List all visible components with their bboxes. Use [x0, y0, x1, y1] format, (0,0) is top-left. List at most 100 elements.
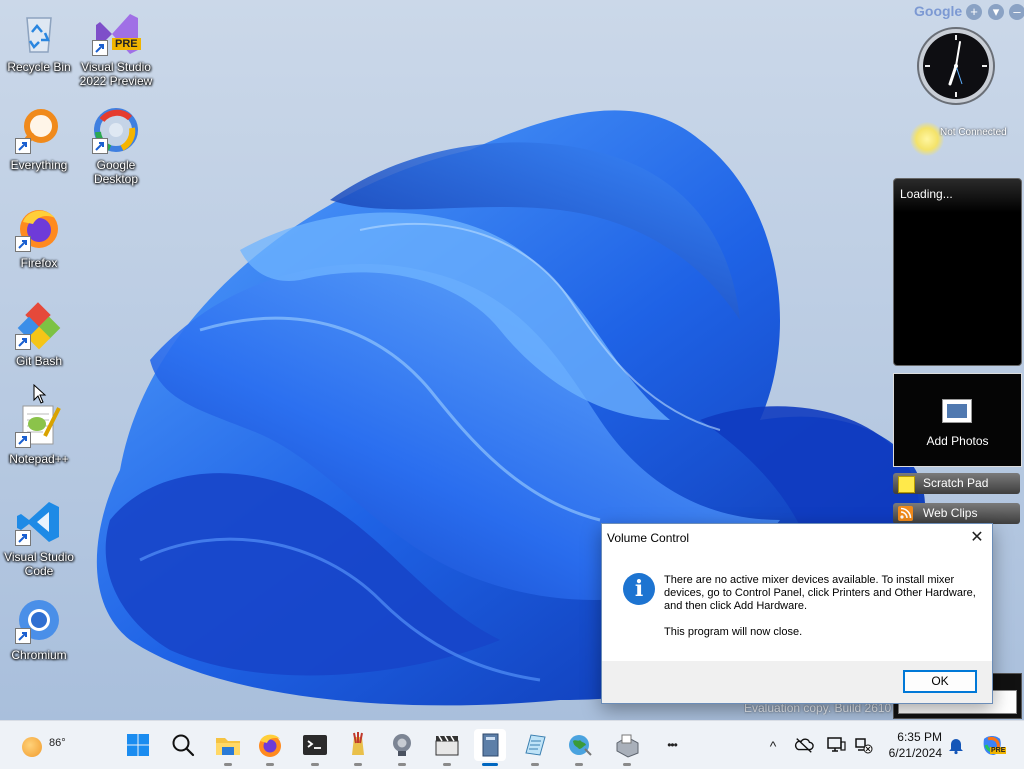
- ok-button[interactable]: OK: [903, 670, 977, 693]
- running-indicator: [398, 763, 406, 766]
- pre-badge: PRE: [112, 38, 141, 50]
- web-clips-label: Web Clips: [923, 506, 978, 520]
- desktop-icon-label: Visual Studio Code: [4, 550, 74, 578]
- taskbar-date: 6/21/2024: [888, 746, 942, 760]
- shortcut-arrow-icon: [15, 432, 31, 448]
- add-photos-label: Add Photos: [926, 434, 989, 448]
- folder-icon: [216, 738, 240, 755]
- copilot-button[interactable]: PRE: [980, 733, 1007, 757]
- onedrive-offline-icon[interactable]: [794, 735, 814, 755]
- taskbar-notebook[interactable]: [474, 729, 506, 766]
- copilot-pre-badge: PRE: [990, 747, 1007, 754]
- taskbar-clock[interactable]: 6:35 PM 6/21/2024: [880, 729, 942, 761]
- add-gadget-button[interactable]: +: [966, 4, 982, 20]
- desktop-icon-label: Visual Studio 2022 Preview: [79, 60, 153, 88]
- dialog-titlebar[interactable]: Volume Control ✕: [602, 524, 992, 552]
- show-hidden-icons-button[interactable]: ^: [763, 735, 783, 755]
- taskbar-file-explorer[interactable]: [212, 729, 244, 766]
- desktop-icon-label: Git Bash: [15, 354, 63, 368]
- taskbar-notepad[interactable]: [519, 729, 551, 766]
- google-sidebar-header: Google + ▾ –: [884, 0, 1024, 26]
- running-indicator: [575, 763, 583, 766]
- running-indicator: [623, 763, 631, 766]
- taskbar-speaker[interactable]: [386, 729, 418, 766]
- paint-brush-icon: [352, 732, 364, 755]
- shortcut-arrow-icon: [92, 138, 108, 154]
- shortcut-arrow-icon: [15, 628, 31, 644]
- recycle-bin-icon: [15, 8, 63, 56]
- network-status-gadget[interactable]: Not Connected: [910, 118, 1024, 158]
- start-button[interactable]: [122, 729, 154, 761]
- firefox-icon: [15, 204, 63, 252]
- news-loading-text: Loading...: [900, 187, 953, 201]
- desktop-icon-label: Firefox: [20, 256, 58, 270]
- sidebar-minimize-button[interactable]: –: [1009, 4, 1024, 20]
- display-icon[interactable]: [826, 735, 846, 755]
- weather-widget[interactable]: 86°: [18, 729, 78, 761]
- google-logo: Google: [914, 3, 963, 19]
- desktop-icon-recycle-bin[interactable]: Recycle Bin: [0, 8, 78, 74]
- scratch-pad-gadget[interactable]: Scratch Pad: [893, 473, 1020, 494]
- taskbar-more-button[interactable]: •••: [656, 729, 688, 761]
- taskbar: 86° ••• ^ 6:35 PM 6/21/2024 PRE: [0, 720, 1024, 769]
- desktop-icon-visual-studio-2022-preview[interactable]: PRE Visual Studio 2022 Preview: [77, 8, 155, 88]
- volume-control-dialog: Volume Control ✕ i There are no active m…: [601, 523, 993, 704]
- photos-gadget[interactable]: Add Photos: [893, 373, 1022, 467]
- mouse-cursor-icon: [33, 384, 47, 404]
- weather-temperature: 86°: [49, 737, 66, 749]
- desktop-icon-label: Everything: [10, 158, 68, 172]
- shortcut-arrow-icon: [92, 40, 108, 56]
- sidebar-menu-button[interactable]: ▾: [988, 4, 1004, 20]
- rss-icon: [898, 506, 913, 521]
- notepad-plus-plus-icon: [15, 400, 63, 448]
- web-clips-gadget[interactable]: Web Clips: [893, 503, 1020, 524]
- notebook-icon: [482, 733, 499, 757]
- google-desktop-icon: [92, 106, 140, 154]
- dialog-close-notice: This program will now close.: [664, 626, 803, 638]
- dialog-title: Volume Control: [607, 531, 690, 545]
- taskbar-printer[interactable]: [611, 729, 643, 766]
- taskbar-search-button[interactable]: [167, 729, 199, 761]
- visual-studio-preview-icon: PRE: [92, 8, 141, 56]
- desktop-icon-label: Chromium: [11, 648, 67, 662]
- windows-logo-icon: [127, 734, 149, 756]
- sticky-note-icon: [898, 476, 915, 493]
- network-bulb-icon: [910, 122, 944, 156]
- desktop-icon-label: Recycle Bin: [7, 60, 71, 74]
- desktop-icon-git-bash[interactable]: Git Bash: [0, 302, 78, 368]
- photo-icon: [942, 399, 972, 423]
- taskbar-firefox[interactable]: [254, 729, 286, 766]
- taskbar-paint-brush[interactable]: [342, 729, 374, 766]
- desktop-icon-chromium[interactable]: Chromium: [0, 596, 78, 662]
- notification-bell-icon[interactable]: [946, 735, 966, 755]
- desktop-icon-firefox[interactable]: Firefox: [0, 204, 78, 270]
- info-icon: i: [623, 573, 655, 605]
- running-indicator: [224, 763, 232, 766]
- shortcut-arrow-icon: [15, 530, 31, 546]
- terminal-icon: [303, 735, 327, 755]
- git-bash-icon: [15, 302, 63, 350]
- running-indicator: [531, 763, 539, 766]
- network-disconnected-icon[interactable]: [853, 735, 873, 755]
- desktop: Recycle Bin PRE Visual Studio 2022 Previ…: [0, 0, 1024, 720]
- desktop-icon-google-desktop[interactable]: Google Desktop: [77, 106, 155, 186]
- news-gadget[interactable]: Loading...: [893, 178, 1022, 366]
- taskbar-clapperboard[interactable]: [431, 729, 463, 766]
- globe-icon: [569, 735, 592, 756]
- notepad-icon: [525, 734, 546, 756]
- clock-gadget[interactable]: [916, 26, 996, 106]
- desktop-icon-everything[interactable]: Everything: [0, 106, 78, 172]
- desktop-icon-visual-studio-code[interactable]: Visual Studio Code: [0, 498, 78, 578]
- desktop-icon-notepad-plus-plus[interactable]: Notepad++: [0, 400, 78, 466]
- chromium-icon: [15, 596, 63, 644]
- close-button[interactable]: ✕: [962, 524, 992, 552]
- running-indicator: [443, 763, 451, 766]
- taskbar-globe[interactable]: [563, 729, 595, 766]
- printer-icon: [616, 734, 639, 758]
- speaker-icon: [393, 734, 411, 756]
- network-status-text: Not Connected: [940, 127, 1007, 138]
- search-icon: [172, 734, 195, 757]
- taskbar-time: 6:35 PM: [897, 730, 942, 744]
- taskbar-terminal[interactable]: [299, 729, 331, 766]
- dialog-message-text: There are no active mixer devices availa…: [664, 574, 976, 612]
